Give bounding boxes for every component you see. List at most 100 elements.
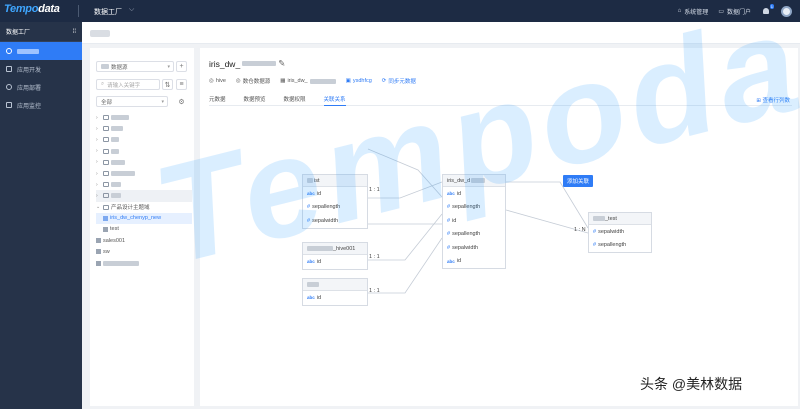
folder-icon xyxy=(103,126,109,132)
tree-item-table[interactable]: sales001 xyxy=(96,235,192,246)
tree-item-product-design[interactable]: ⌄ 产品设计主题域 xyxy=(96,202,192,213)
chevron-right-icon: › xyxy=(96,114,98,121)
source-select[interactable]: 数据源 ▾ xyxy=(96,61,174,72)
tree-item-table[interactable]: sw xyxy=(96,246,192,257)
tree-item-selected-table[interactable]: iris_dw_chenyp_new xyxy=(96,212,192,224)
chevron-right-icon: › xyxy=(96,181,98,188)
breadcrumb[interactable] xyxy=(90,28,110,38)
tree-item[interactable]: › xyxy=(96,168,192,179)
folder-icon xyxy=(103,204,109,210)
filter-select[interactable]: 全部 ▾ xyxy=(96,96,168,107)
tab-data-permission[interactable]: 数据权限 xyxy=(284,92,306,106)
chevron-right-icon: › xyxy=(96,159,98,166)
chevron-down-icon[interactable]: ⌵ xyxy=(129,6,134,14)
entity-test[interactable]: _test # sepalwidth # sepallength xyxy=(588,212,652,253)
folder-icon xyxy=(103,182,109,188)
entity-title: ist xyxy=(303,175,367,187)
search-input[interactable]: ⌕ 请输入关键字 xyxy=(96,79,160,90)
entity-field: abc id xyxy=(447,258,462,265)
folder-icon xyxy=(103,137,109,143)
logo[interactable]: Tempodata xyxy=(4,3,60,15)
entity-field: abc id xyxy=(447,190,462,197)
entity-title: _hive001 xyxy=(303,243,367,255)
tree-item[interactable]: › xyxy=(96,179,192,190)
top-right-actions: ⌂ 系统管理 ▭ 数据门户 1 xyxy=(678,0,800,22)
meta-owner[interactable]: ▣ ysdhfcg xyxy=(346,78,372,84)
entity-field: # sepalwidth xyxy=(307,217,339,224)
bell-icon[interactable]: 1 xyxy=(761,4,774,16)
entity-title xyxy=(303,279,367,291)
chevron-right-icon: › xyxy=(96,125,98,132)
tree-item[interactable]: › xyxy=(96,157,192,168)
sidebar-item-data-management[interactable] xyxy=(0,42,82,60)
sidebar-item-app-monitor[interactable]: 应用监控 xyxy=(0,96,82,114)
meta-engine: ◎ hive xyxy=(209,78,226,84)
chevron-down-icon: ⌄ xyxy=(96,204,101,211)
chevron-right-icon: › xyxy=(96,170,98,177)
globe-icon xyxy=(6,48,12,54)
system-management-link[interactable]: ⌂ 系统管理 xyxy=(678,7,709,16)
edit-icon[interactable]: ✎ xyxy=(278,58,285,69)
entity-field: # sepallength xyxy=(307,204,341,211)
sidebar-item-app-deploy[interactable]: 应用部署 xyxy=(0,78,82,96)
database-icon: ◎ xyxy=(209,78,214,84)
box-icon xyxy=(6,66,12,72)
avatar[interactable] xyxy=(781,5,792,17)
er-diagram[interactable]: ist abc id # sepallength # sepalwidth _hive… xyxy=(200,108,798,406)
relation-label: 1 : 1 xyxy=(369,254,380,260)
sidebar-item-app-dev[interactable]: 应用开发 xyxy=(0,60,82,78)
table-icon xyxy=(96,238,101,244)
entity-field: # id xyxy=(447,217,457,224)
entity-title: iris_dw_d xyxy=(443,175,505,187)
shield-icon xyxy=(6,84,12,90)
search-icon: ⌕ xyxy=(101,81,105,87)
table-icon xyxy=(96,260,101,266)
entity-iris-dw[interactable]: iris_dw_d abc id # sepallength # id # sepall… xyxy=(442,174,506,269)
sync-metadata-button[interactable]: ⟳ 同步元数据 xyxy=(382,77,416,85)
tree-item-table[interactable]: test xyxy=(96,224,192,235)
view-rows-link[interactable]: ⊞ 查看行列数 xyxy=(756,96,790,104)
table-tree: › › › › › › › › ⌄ 产品设计主题域 iris_dw_chenyp_… xyxy=(96,112,192,269)
breadcrumb-bar xyxy=(82,22,800,44)
sync-icon: ⟳ xyxy=(381,78,387,84)
module-switcher[interactable]: 数据工厂 xyxy=(94,7,122,17)
top-bar: Tempodata 数据工厂 ⌵ ⌂ 系统管理 ▭ 数据门户 1 xyxy=(0,0,800,22)
tree-item[interactable]: › xyxy=(96,134,192,145)
tree-item-table[interactable] xyxy=(96,257,192,268)
meta-datasource: ◎ 数仓数据源 xyxy=(235,78,271,85)
tree-item[interactable]: › xyxy=(96,146,192,157)
add-button[interactable]: + xyxy=(176,61,187,72)
entity-field: abc id xyxy=(307,258,322,265)
tree-item[interactable]: › xyxy=(96,190,192,202)
home-icon: ⌂ xyxy=(677,8,682,14)
grid-menu-icon[interactable]: ⁞⁞ xyxy=(73,29,76,35)
sort-icon[interactable]: ⇅ xyxy=(162,79,173,90)
entity-field: # sepallength xyxy=(447,231,481,238)
tab-relations[interactable]: 关联关系 xyxy=(323,92,346,106)
gear-icon[interactable]: ⚙ xyxy=(176,96,187,107)
tree-item[interactable]: › xyxy=(96,112,192,123)
entity-unnamed[interactable]: abc id xyxy=(302,278,368,306)
folder-icon xyxy=(103,193,109,199)
entity-ist[interactable]: ist abc id # sepallength # sepalwidth xyxy=(302,174,368,229)
entity-field: # sepalwidth xyxy=(593,228,625,235)
folder-icon xyxy=(103,115,109,121)
database-icon: ◎ xyxy=(235,78,241,84)
entity-field: abc id xyxy=(307,190,322,197)
table-icon: ▦ xyxy=(280,78,286,84)
relation-label: 1 : N xyxy=(574,227,586,233)
page-title: iris_dw_ ✎ xyxy=(209,58,286,69)
data-portal-link[interactable]: ▭ 数据门户 xyxy=(718,7,751,16)
tab-metadata[interactable]: 元数据 xyxy=(209,92,226,106)
tab-data-preview[interactable]: 数据预览 xyxy=(244,92,266,106)
add-relation-button[interactable]: 添加关联 xyxy=(563,175,594,187)
notification-badge: 1 xyxy=(769,4,774,9)
entity-field: # sepalwidth xyxy=(447,244,479,251)
folder-icon xyxy=(103,148,109,154)
sidebar: 数据工厂 ⁞⁞ 应用开发 应用部署 应用监控 xyxy=(0,22,82,409)
relation-line xyxy=(368,237,443,294)
tree-item[interactable]: › xyxy=(96,123,192,134)
list-icon[interactable]: ≡ xyxy=(176,79,187,90)
chevron-down-icon: ▾ xyxy=(161,99,164,105)
entity-hive001[interactable]: _hive001 abc id xyxy=(302,242,368,270)
